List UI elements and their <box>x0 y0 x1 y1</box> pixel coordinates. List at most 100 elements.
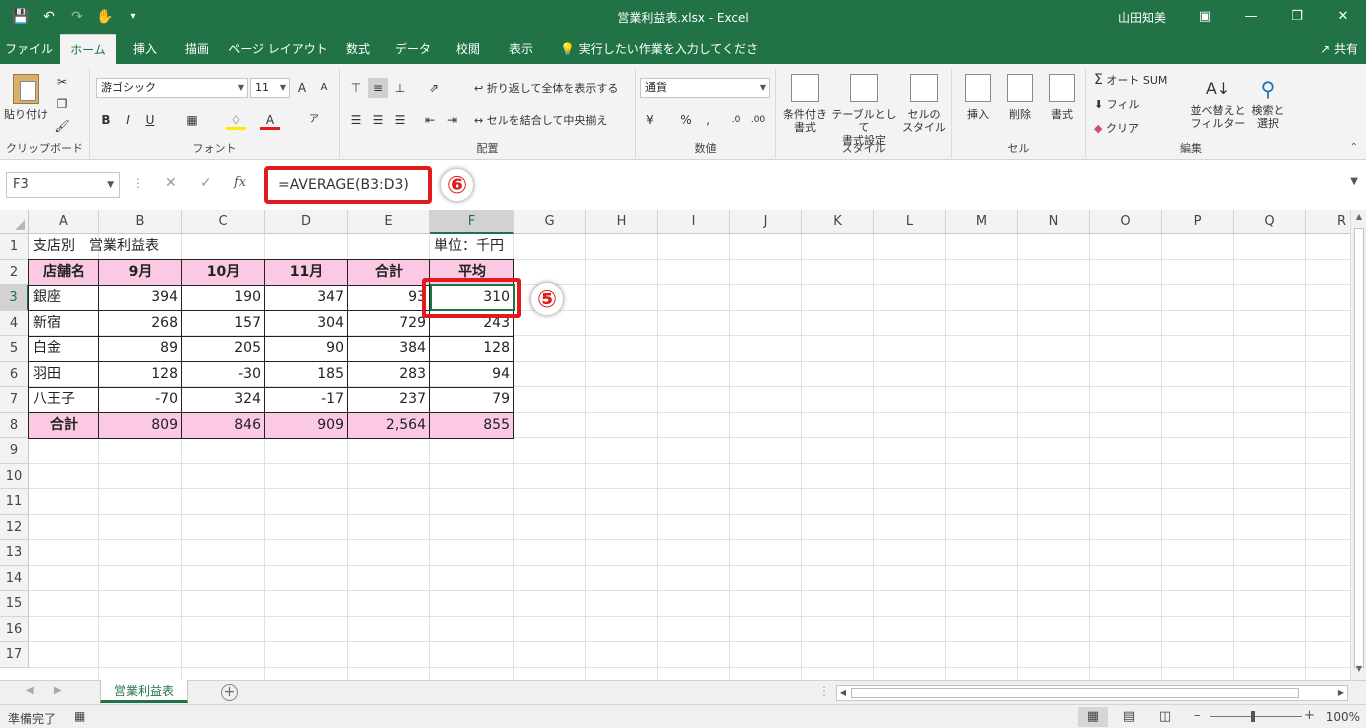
delete-cells-button[interactable]: 削除 <box>1000 74 1040 121</box>
row-header-4[interactable]: 4 <box>0 310 29 336</box>
column-header-R[interactable]: R <box>1306 210 1350 234</box>
scroll-down-icon[interactable]: ▼ <box>1353 664 1365 678</box>
column-header-D[interactable]: D <box>265 210 348 234</box>
number-format-combo[interactable]: 通貨 ▼ <box>640 78 770 98</box>
cell-B2[interactable]: 9月 <box>99 259 182 285</box>
conditional-formatting-button[interactable]: 条件付き 書式 <box>778 74 832 134</box>
align-center-icon[interactable]: ☰ <box>368 110 388 130</box>
tab-file[interactable]: ファイル <box>0 34 58 64</box>
paste-button[interactable]: 貼り付け <box>4 74 48 121</box>
column-header-L[interactable]: L <box>874 210 946 234</box>
prev-sheet-icon[interactable]: ◀ <box>26 685 34 696</box>
decrease-decimal-icon[interactable]: .00 <box>748 110 768 130</box>
cell-D3[interactable]: 347 <box>265 285 348 311</box>
insert-function-icon[interactable]: fx <box>234 175 246 190</box>
close-icon[interactable]: ✕ <box>1320 0 1366 34</box>
underline-icon[interactable]: U <box>140 110 160 130</box>
cell-A4[interactable]: 新宿 <box>29 311 99 337</box>
cell-A3[interactable]: 銀座 <box>29 285 99 311</box>
vertical-scrollbar[interactable]: ▲ ▼ <box>1350 210 1366 680</box>
select-all-corner[interactable] <box>0 210 29 234</box>
clear-button[interactable]: ◆ クリア <box>1094 122 1174 135</box>
row-header-13[interactable]: 13 <box>0 540 29 566</box>
next-sheet-icon[interactable]: ▶ <box>54 685 62 696</box>
percent-icon[interactable]: % <box>676 110 696 130</box>
cell-E3[interactable]: 93 <box>348 285 430 311</box>
cell-D4[interactable]: 304 <box>265 311 348 337</box>
format-as-table-button[interactable]: テーブルとして 書式設定 <box>830 74 898 147</box>
decrease-indent-icon[interactable]: ⇤ <box>420 110 440 130</box>
row-header-9[interactable]: 9 <box>0 438 29 464</box>
cell-D6[interactable]: 185 <box>265 362 348 388</box>
normal-view-icon[interactable]: ▦ <box>1078 707 1108 727</box>
cell-B6[interactable]: 128 <box>99 362 182 388</box>
cell-A8[interactable]: 合計 <box>29 412 99 438</box>
column-header-H[interactable]: H <box>586 210 658 234</box>
row-header-15[interactable]: 15 <box>0 591 29 617</box>
column-header-P[interactable]: P <box>1162 210 1234 234</box>
increase-indent-icon[interactable]: ⇥ <box>442 110 462 130</box>
tab-page-layout[interactable]: ページ レイアウト <box>228 34 328 64</box>
column-header-O[interactable]: O <box>1090 210 1162 234</box>
row-header-10[interactable]: 10 <box>0 463 29 489</box>
page-break-view-icon[interactable]: ◫ <box>1150 707 1180 727</box>
wrap-text-button[interactable]: ↩ 折り返して全体を表示する <box>474 82 634 95</box>
macro-record-icon[interactable]: ▦ <box>74 709 85 723</box>
column-header-A[interactable]: A <box>29 210 99 234</box>
cell-C2[interactable]: 10月 <box>182 259 265 285</box>
format-cells-button[interactable]: 書式 <box>1042 74 1082 121</box>
row-header-1[interactable]: 1 <box>0 234 29 260</box>
ribbon-display-icon[interactable]: ▣ <box>1182 0 1228 34</box>
tab-draw[interactable]: 描画 <box>176 34 218 64</box>
italic-icon[interactable]: I <box>118 110 138 130</box>
row-header-5[interactable]: 5 <box>0 336 29 362</box>
cell-F1[interactable]: 単位：千円 <box>430 234 514 260</box>
currency-icon[interactable]: ¥ <box>640 110 660 130</box>
decrease-font-icon[interactable]: A <box>314 78 334 98</box>
zoom-slider[interactable] <box>1210 716 1302 717</box>
row-header-14[interactable]: 14 <box>0 565 29 591</box>
cell-E2[interactable]: 合計 <box>348 259 430 285</box>
cell-C7[interactable]: 324 <box>182 387 265 413</box>
zoom-in-icon[interactable]: + <box>1304 708 1315 723</box>
row-header-2[interactable]: 2 <box>0 259 29 285</box>
row-header-16[interactable]: 16 <box>0 616 29 642</box>
column-header-N[interactable]: N <box>1018 210 1090 234</box>
tab-view[interactable]: 表示 <box>500 34 542 64</box>
row-header-3[interactable]: 3 <box>0 285 29 311</box>
cell-D7[interactable]: -17 <box>265 387 348 413</box>
cell-styles-button[interactable]: セルの スタイル <box>898 74 950 134</box>
horizontal-scrollbar[interactable]: ◀ ▶ <box>836 685 1348 701</box>
autosum-button[interactable]: Σ オート SUM <box>1094 73 1194 87</box>
column-header-J[interactable]: J <box>730 210 802 234</box>
phonetic-icon[interactable]: ア <box>304 110 324 130</box>
comma-icon[interactable]: , <box>698 110 718 130</box>
zoom-level[interactable]: 100% <box>1326 710 1360 724</box>
column-header-F[interactable]: F <box>430 210 514 234</box>
cell-D2[interactable]: 11月 <box>265 259 348 285</box>
column-header-K[interactable]: K <box>802 210 874 234</box>
merge-center-button[interactable]: ↔ セルを結合して中央揃え <box>474 114 634 127</box>
scroll-right-icon[interactable]: ▶ <box>1335 686 1347 700</box>
tell-me-search[interactable]: 💡 実行したい作業を入力してください <box>560 34 770 86</box>
tab-split-handle-icon[interactable]: ⋮ <box>818 684 830 698</box>
formula-input[interactable]: =AVERAGE(B3:D3) <box>264 166 432 204</box>
cell-C3[interactable]: 190 <box>182 285 265 311</box>
copy-icon[interactable]: ❐ <box>52 94 72 114</box>
cell-E6[interactable]: 283 <box>348 362 430 388</box>
column-header-C[interactable]: C <box>182 210 265 234</box>
cut-icon[interactable]: ✂ <box>52 72 72 92</box>
insert-cells-button[interactable]: 挿入 <box>958 74 998 121</box>
align-bottom-icon[interactable]: ⊥ <box>390 78 410 98</box>
format-painter-icon[interactable]: 🖌 <box>52 116 72 136</box>
scroll-up-icon[interactable]: ▲ <box>1353 212 1365 226</box>
worksheet-grid[interactable]: ABCDEFGHIJKLMNOPQR 1 2 3 4 5 6 7 8 9 10 11 12 13 14 15… <box>0 210 1350 680</box>
cell-A5[interactable]: 白金 <box>29 336 99 362</box>
cell-F5[interactable]: 128 <box>430 336 514 362</box>
sort-filter-button[interactable]: A↓ 並べ替えと フィルター <box>1190 74 1246 130</box>
cell-F4[interactable]: 243 <box>430 311 514 337</box>
cell-B4[interactable]: 268 <box>99 311 182 337</box>
cell-E5[interactable]: 384 <box>348 336 430 362</box>
minimize-icon[interactable]: — <box>1228 0 1274 34</box>
cell-C5[interactable]: 205 <box>182 336 265 362</box>
